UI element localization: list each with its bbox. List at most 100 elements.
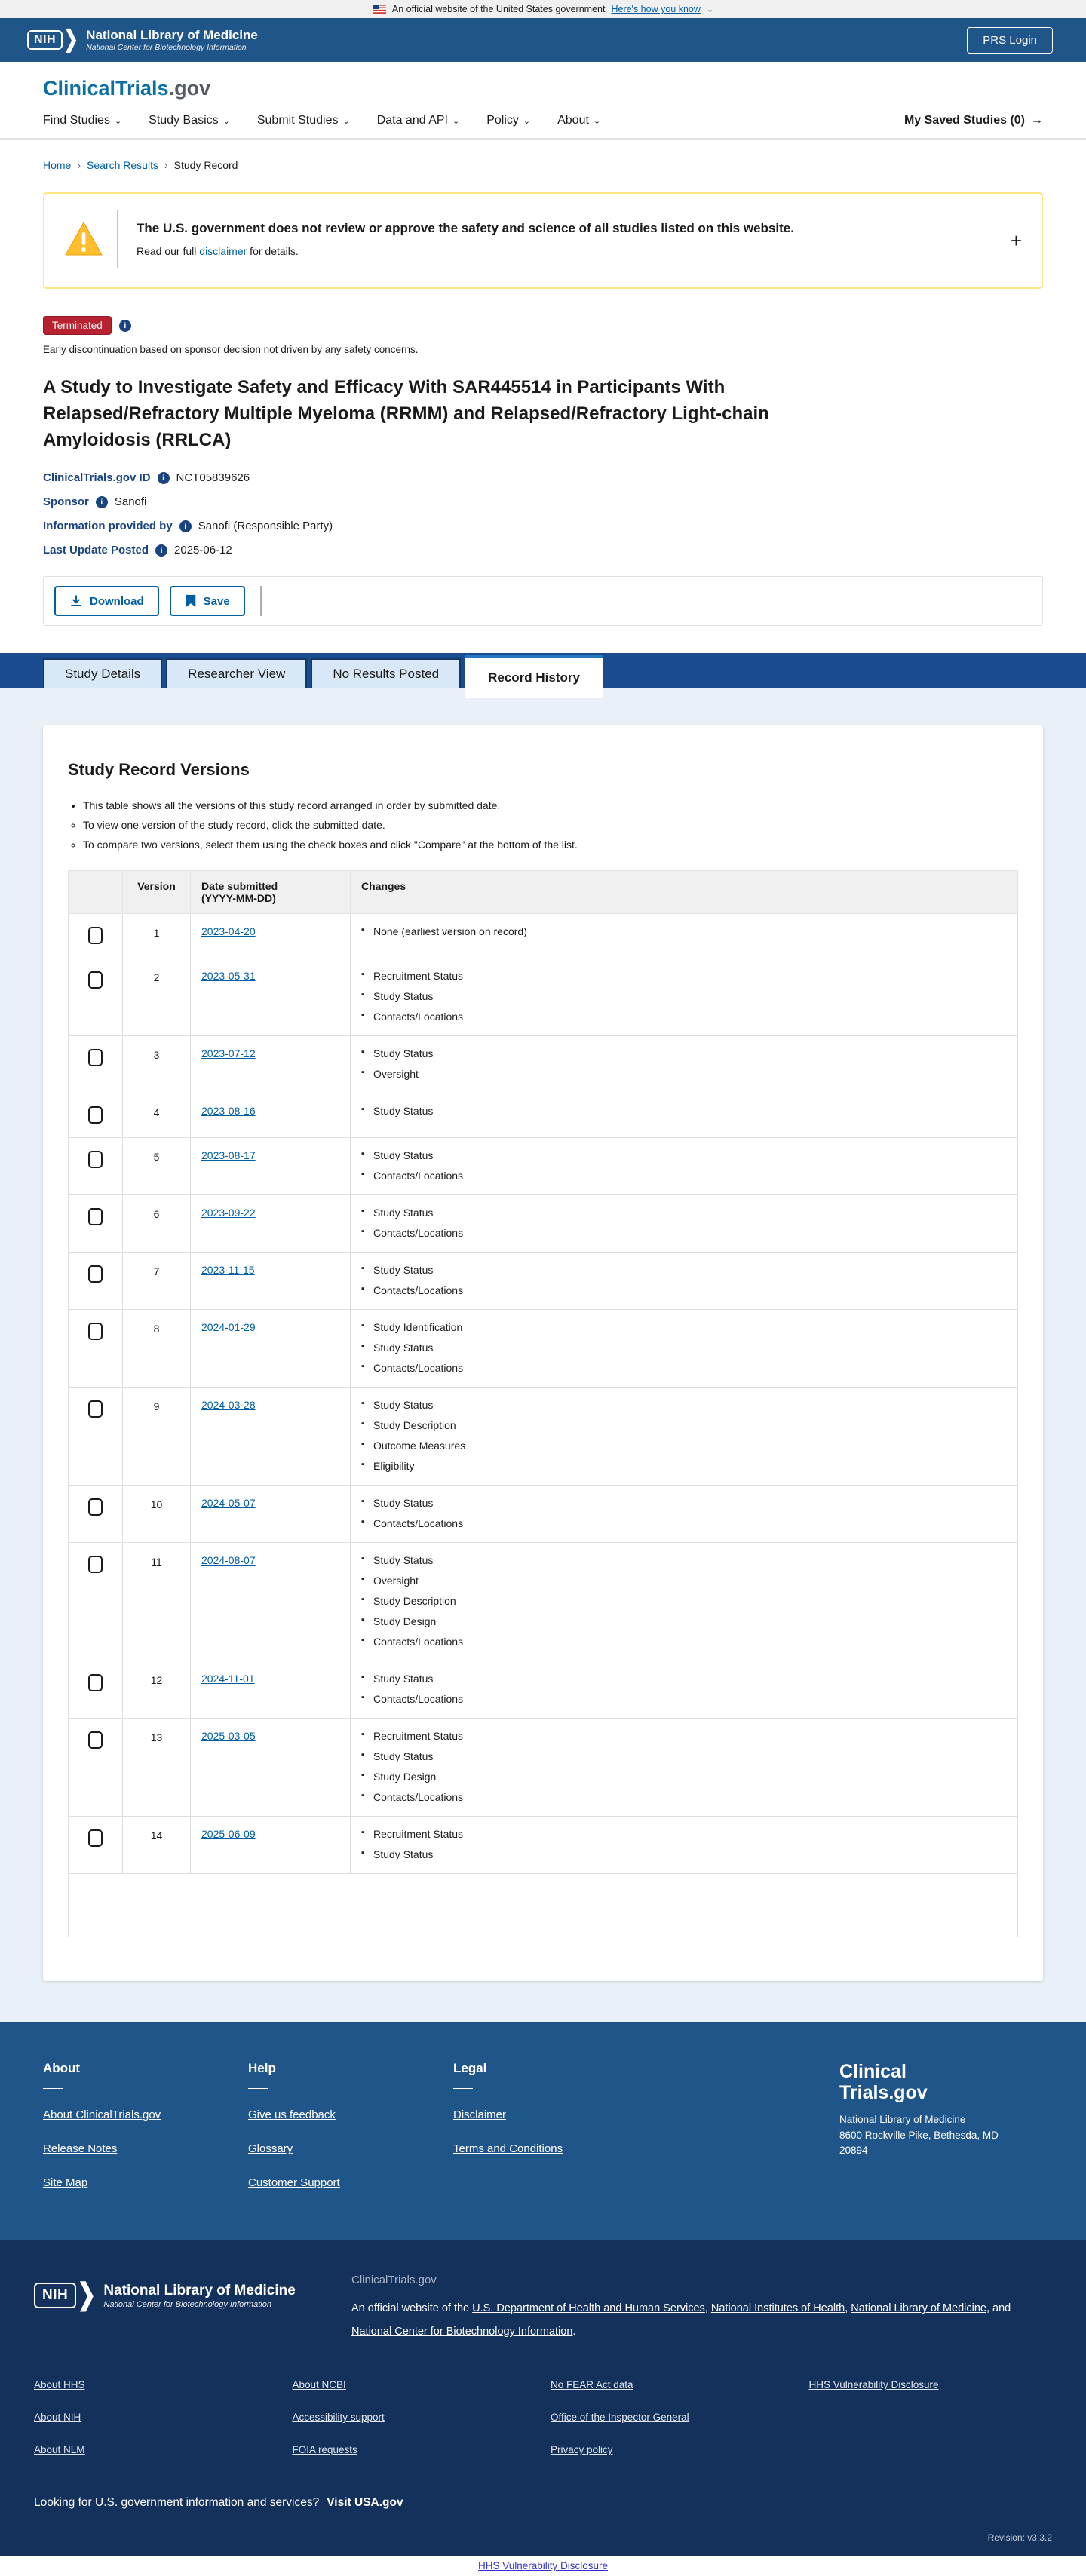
agency-link[interactable]: About HHS: [34, 2379, 278, 2390]
usa-gov-line: Looking for U.S. government information …: [34, 2496, 1052, 2510]
nlm-logo[interactable]: NIH ❯ National Library of Medicine Natio…: [27, 28, 258, 52]
tab[interactable]: Study Details: [43, 658, 163, 688]
revision-label: Revision: v3.3.2: [987, 2532, 1052, 2544]
version-date-link[interactable]: 2024-01-29: [201, 1321, 256, 1333]
change-item: Study Description: [361, 1595, 1007, 1607]
agency-link[interactable]: HHS Vulnerability Disclosure: [809, 2379, 1053, 2390]
agency-link[interactable]: About NLM: [34, 2444, 278, 2455]
breadcrumb-link[interactable]: Search Results: [87, 159, 158, 171]
disclaimer-link[interactable]: disclaimer: [199, 245, 247, 257]
breadcrumb-link[interactable]: Home: [43, 159, 71, 171]
version-date-link[interactable]: 2023-08-17: [201, 1149, 256, 1161]
version-checkbox[interactable]: [88, 1323, 103, 1341]
alert-expand-button[interactable]: +: [1011, 231, 1022, 250]
nav-item[interactable]: Submit Studies ⌄: [257, 114, 350, 127]
nav-item-label: Submit Studies: [256, 114, 339, 127]
agency-link[interactable]: FOIA requests: [293, 2444, 536, 2455]
chevron-down-icon: ⌄: [706, 5, 714, 14]
version-row: 9 2024-03-28 Study Status Study Descripti…: [68, 1387, 1018, 1486]
version-checkbox[interactable]: [88, 1829, 103, 1848]
official-agency-link[interactable]: U.S. Department of Health and Human Serv…: [472, 2302, 705, 2314]
version-date-link[interactable]: 2023-07-12: [201, 1047, 256, 1060]
version-date-link[interactable]: 2023-05-31: [201, 970, 256, 982]
info-icon[interactable]: i: [157, 471, 170, 484]
agency-link[interactable]: About NCBI: [293, 2379, 536, 2390]
footer-link[interactable]: Customer Support: [248, 2176, 453, 2189]
tab-active[interactable]: Record History: [465, 655, 603, 699]
info-icon[interactable]: i: [118, 319, 131, 332]
nav-item[interactable]: Data and API ⌄: [377, 114, 460, 127]
footer-link[interactable]: Site Map: [43, 2176, 248, 2189]
prs-login-button[interactable]: PRS Login: [967, 26, 1053, 54]
nlm-footer-logo[interactable]: NIH ❯ National Library of Medicine Natio…: [34, 2274, 324, 2343]
visit-usa-gov-link[interactable]: Visit USA.gov: [327, 2496, 403, 2510]
version-date-link[interactable]: 2023-09-22: [201, 1207, 256, 1219]
version-checkbox[interactable]: [88, 1731, 103, 1750]
info-icon[interactable]: i: [155, 544, 168, 557]
version-checkbox[interactable]: [88, 1049, 103, 1067]
version-checkbox[interactable]: [88, 1151, 103, 1169]
info-icon[interactable]: i: [95, 495, 108, 508]
official-agency-link[interactable]: National Center for Biotechnology Inform…: [351, 2326, 572, 2338]
footer-link[interactable]: Disclaimer: [453, 2108, 658, 2121]
version-date-link[interactable]: 2025-06-09: [201, 1828, 256, 1840]
official-agency-link[interactable]: National Institutes of Health: [711, 2302, 845, 2314]
version-date-link[interactable]: 2024-03-28: [201, 1399, 256, 1411]
version-checkbox[interactable]: [88, 1265, 103, 1283]
version-checkbox[interactable]: [88, 1674, 103, 1692]
version-checkbox[interactable]: [88, 1498, 103, 1516]
nav-item[interactable]: About ⌄: [557, 114, 600, 127]
version-checkbox[interactable]: [88, 1556, 103, 1574]
download-button[interactable]: Download: [54, 586, 159, 617]
version-checkbox[interactable]: [88, 1106, 103, 1124]
official-agency-link[interactable]: National Library of Medicine: [851, 2302, 986, 2314]
agency-link[interactable]: Office of the Inspector General: [551, 2412, 794, 2423]
clinicaltrials-logo[interactable]: ClinicalTrials.gov: [43, 77, 1043, 100]
version-date-link[interactable]: 2023-08-16: [201, 1105, 256, 1117]
version-row: 11 2024-08-07 Study StatusOversightStudy…: [68, 1542, 1018, 1662]
footer-link[interactable]: Terms and Conditions: [453, 2142, 658, 2155]
usa-gov-text: Looking for U.S. government information …: [34, 2496, 320, 2510]
how-you-know-link[interactable]: Here's how you know: [611, 4, 700, 14]
hhs-vulnerability-link[interactable]: HHS Vulnerability Disclosure: [478, 2560, 608, 2571]
agency-link[interactable]: No FEAR Act data: [551, 2379, 794, 2390]
nav-item[interactable]: Find Studies ⌄: [43, 114, 121, 127]
agency-link[interactable]: Accessibility support: [293, 2412, 536, 2423]
footer-link[interactable]: Release Notes: [43, 2142, 248, 2155]
info-icon[interactable]: i: [179, 520, 192, 532]
version-date-link[interactable]: 2025-03-05: [201, 1730, 256, 1742]
site-footer: About About ClinicalTrials.gov Release No…: [0, 2022, 1086, 2241]
agency-links-column: About NCBI Accessibility support FOIA requ…: [293, 2379, 536, 2476]
tab[interactable]: Researcher View: [166, 658, 308, 688]
nav-item[interactable]: Policy ⌄: [486, 114, 530, 127]
official-website-statement: An official website of the U.S. Departme…: [351, 2302, 1011, 2338]
agency-link[interactable]: Privacy policy: [551, 2444, 794, 2455]
agency-link[interactable]: About NIH: [34, 2412, 278, 2423]
change-item: Contacts/Locations: [361, 1517, 1007, 1529]
version-number: 5: [122, 1137, 191, 1196]
nav-item-label: Data and API: [376, 114, 448, 127]
version-date-link[interactable]: 2024-08-07: [201, 1554, 256, 1566]
version-date-link[interactable]: 2024-05-07: [201, 1497, 256, 1509]
footer-link[interactable]: Glossary: [248, 2142, 453, 2155]
change-item: Study Status: [361, 1848, 1007, 1860]
version-checkbox[interactable]: [88, 971, 103, 989]
header-date: Date submitted (YYYY-MM-DD): [190, 870, 351, 915]
version-checkbox[interactable]: [88, 927, 103, 945]
version-row: 12 2024-11-01 Study Status Contacts/Locat…: [68, 1661, 1018, 1719]
bottom-strip: HHS Vulnerability Disclosure: [0, 2556, 1086, 2576]
save-button[interactable]: Save: [169, 586, 245, 617]
version-checkbox[interactable]: [88, 1208, 103, 1226]
my-saved-studies-link[interactable]: My Saved Studies (0) →: [904, 114, 1043, 127]
version-checkbox[interactable]: [88, 1400, 103, 1418]
version-date-link[interactable]: 2024-11-01: [201, 1673, 255, 1685]
version-date-link[interactable]: 2023-04-20: [201, 925, 256, 937]
nav-item-label: About: [557, 114, 589, 127]
tab[interactable]: No Results Posted: [311, 658, 462, 688]
footer-link[interactable]: About ClinicalTrials.gov: [43, 2108, 248, 2121]
footer-link[interactable]: Give us feedback: [248, 2108, 453, 2121]
nav-item[interactable]: Study Basics ⌄: [149, 114, 230, 127]
footer-column: About About ClinicalTrials.gov Release No…: [43, 2061, 248, 2210]
version-date-link[interactable]: 2023-11-15: [201, 1264, 255, 1276]
footer-heading-rule: [453, 2088, 473, 2090]
